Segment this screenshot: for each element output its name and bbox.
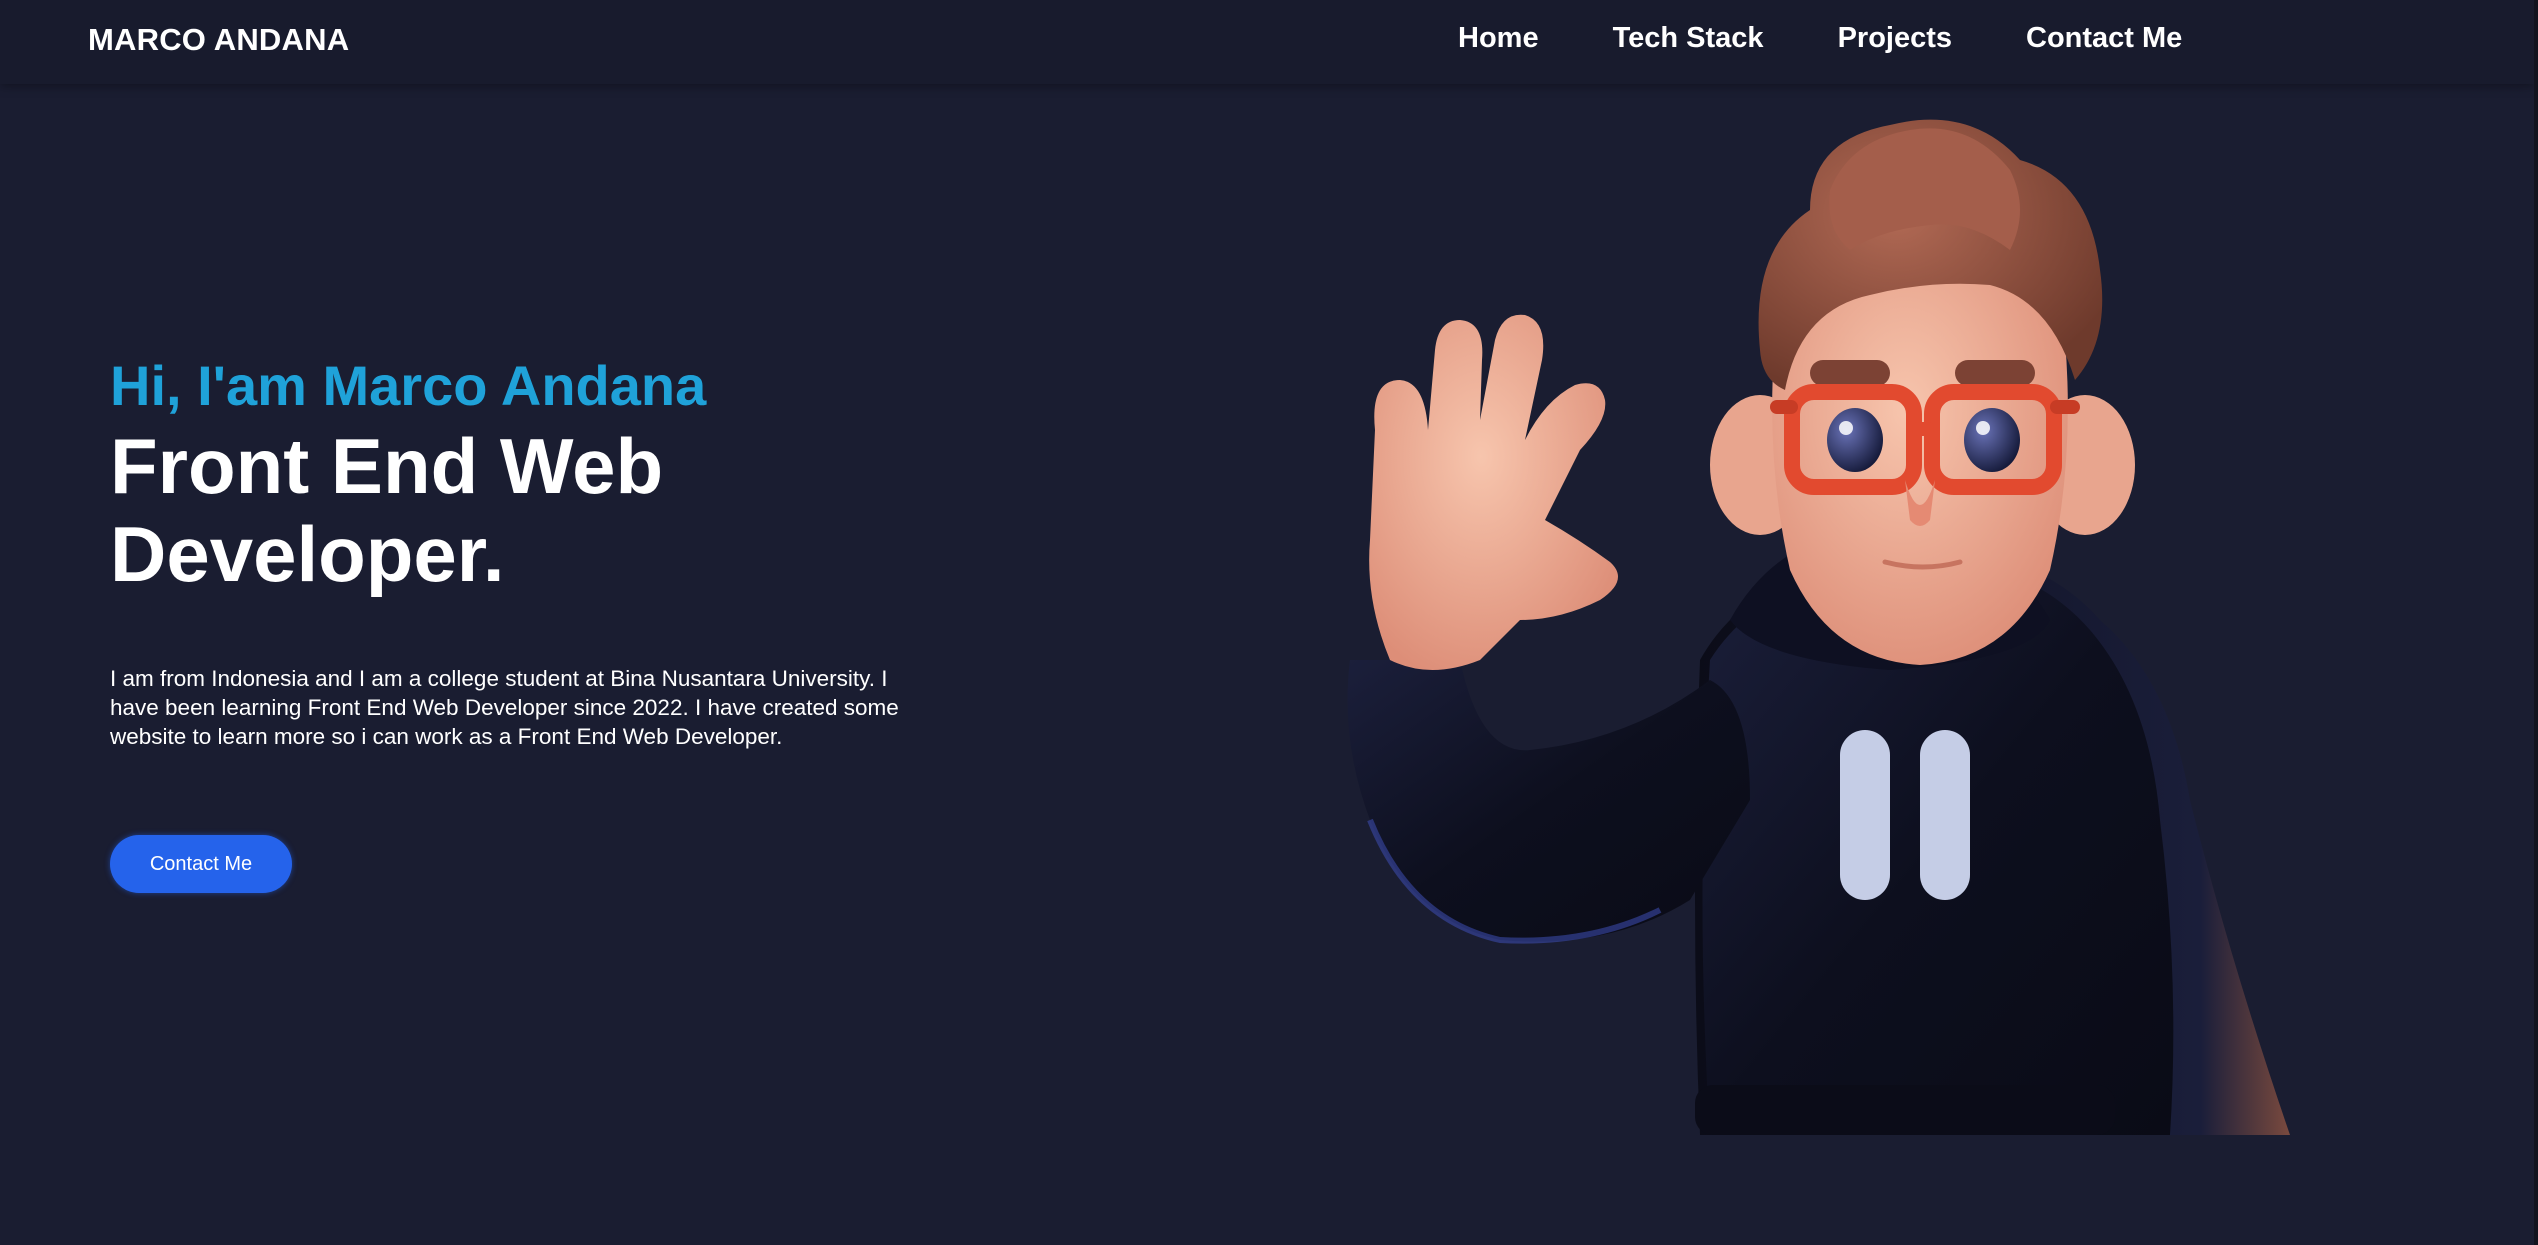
hero-bio: I am from Indonesia and I am a college s…	[110, 666, 899, 749]
navbar: MARCO ANDANA Home Tech Stack Projects Co…	[0, 0, 2534, 84]
nav-link-projects[interactable]: Projects	[1838, 22, 1952, 55]
nav-link-tech-stack[interactable]: Tech Stack	[1613, 22, 1764, 55]
brand-logo[interactable]: MARCO ANDANA	[88, 22, 349, 58]
hero-section: Hi, I'am Marco Andana Front End Web Deve…	[110, 350, 930, 774]
avatar-illustration	[1347, 119, 2290, 1135]
hero-title: Front End Web Developer.	[110, 422, 664, 598]
nav-link-contact-me[interactable]: Contact Me	[2026, 22, 2182, 55]
contact-me-button[interactable]: Contact Me	[110, 835, 292, 893]
page-scrollbar[interactable]	[2534, 0, 2538, 1245]
nav-link-home[interactable]: Home	[1458, 22, 1539, 55]
portfolio-page: MARCO ANDANA Home Tech Stack Projects Co…	[0, 0, 2538, 1245]
nav-links: Home Tech Stack Projects Contact Me	[1458, 22, 2182, 55]
hero-greeting: Hi, I'am Marco Andana	[110, 354, 707, 417]
